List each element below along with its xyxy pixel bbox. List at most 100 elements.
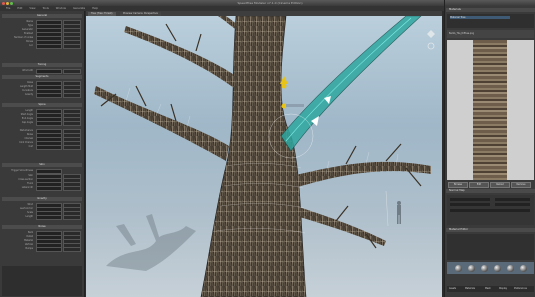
- property-row: Disturbance: [3, 129, 81, 134]
- property-row: Loc: [3, 44, 81, 49]
- tab-tree[interactable]: Tree (Tree: Forest): [88, 11, 116, 16]
- tab-materials[interactable]: Materials: [465, 287, 475, 290]
- property-row: Trigger Smoothness: [3, 169, 81, 174]
- property-row: Bark: [3, 231, 81, 236]
- menu-tools[interactable]: Tools: [42, 7, 48, 10]
- menu-file[interactable]: File: [6, 7, 10, 10]
- section-gravity-header[interactable]: Gravity: [2, 197, 82, 201]
- gizmo-yellow-handle-2[interactable]: [281, 103, 287, 109]
- property-row: Trunk: [3, 182, 81, 187]
- property-row: Interval: [3, 137, 81, 142]
- tab-mesh[interactable]: Mesh: [485, 287, 491, 290]
- 3d-viewport[interactable]: Tree (Tree: Forest) Preview Camera: Pers…: [86, 11, 442, 297]
- property-row: Length: [3, 215, 81, 220]
- material-swatches: [447, 262, 534, 274]
- branch-left[interactable]: [94, 86, 229, 161]
- minimize-window-icon[interactable]: [6, 1, 9, 5]
- property-row: Detail: [3, 235, 81, 240]
- branch-right-lower[interactable]: [296, 206, 386, 246]
- zoom-window-icon[interactable]: [10, 1, 13, 5]
- property-row: Kink Chance: [3, 141, 81, 146]
- property-row: Cap Angle: [3, 121, 81, 126]
- material-list[interactable]: Material Tree: [447, 14, 534, 28]
- normal-map-settings: [447, 195, 534, 225]
- material-editor: [447, 234, 534, 260]
- materials-panel: Materials Material Tree BarkA_Tile_Diffu…: [444, 0, 535, 297]
- property-row: Length: [3, 109, 81, 114]
- property-row: Generator: [3, 28, 81, 33]
- tree-scene[interactable]: [86, 16, 442, 297]
- branch-right[interactable]: [291, 161, 431, 188]
- viewport-nav-icons[interactable]: [427, 30, 435, 50]
- material-ball[interactable]: [455, 265, 462, 272]
- edit-button[interactable]: Edit: [469, 182, 489, 188]
- texture-filename: BarkA_Tile_Diffuse.png: [449, 32, 475, 35]
- tree-shadow: [106, 214, 196, 271]
- property-row: Bones: [3, 40, 81, 45]
- material-ball[interactable]: [481, 265, 488, 272]
- gizmo-yellow-handle[interactable]: [281, 83, 287, 89]
- bottom-tab-bar: Assets Materials Mesh Display Preference…: [447, 286, 534, 292]
- menu-view[interactable]: View: [29, 7, 35, 10]
- property-row: Wind: [3, 203, 81, 208]
- material-ball[interactable]: [520, 265, 527, 272]
- section-general-header[interactable]: General: [2, 14, 82, 18]
- property-row: Name: [3, 20, 81, 25]
- property-row: Number of nodes: [3, 36, 81, 41]
- menu-help[interactable]: Help: [92, 7, 98, 10]
- normal-map-header[interactable]: Normal Map: [446, 189, 535, 193]
- orbit-icon[interactable]: [427, 42, 435, 50]
- tab-display[interactable]: Display: [499, 287, 507, 290]
- section-segments-header[interactable]: Segments: [2, 75, 82, 79]
- bottom-list: [2, 266, 82, 296]
- material-ball[interactable]: [494, 265, 501, 272]
- property-row: Leaf Anchor: [3, 207, 81, 212]
- property-row: Curl: [3, 145, 81, 150]
- property-row: Vertical: [3, 243, 81, 248]
- material-editor-header[interactable]: Material Editor: [446, 228, 535, 232]
- property-row: Material: [3, 239, 81, 244]
- tree-trunk[interactable]: [200, 16, 307, 297]
- browse-button[interactable]: Browse: [448, 182, 468, 188]
- material-ball[interactable]: [468, 265, 475, 272]
- property-row: Lateral dir: [3, 186, 81, 191]
- property-row: Cross-section: [3, 178, 81, 183]
- material-ball[interactable]: [507, 265, 514, 272]
- property-row: Rows: [3, 81, 81, 86]
- nav-cube-icon[interactable]: [427, 30, 435, 38]
- texture-preview[interactable]: [447, 40, 534, 180]
- property-row: Type: [3, 24, 81, 29]
- property-row: Skin: [3, 174, 81, 179]
- selected-branch[interactable]: [280, 16, 422, 152]
- branch-left-upper[interactable]: [124, 26, 236, 88]
- section-spine-header[interactable]: Spine: [2, 103, 82, 107]
- material-list-item[interactable]: Material Tree: [450, 16, 510, 19]
- property-row: Enabled: [3, 32, 81, 37]
- menu-generate[interactable]: Generate: [73, 7, 85, 10]
- reload-button[interactable]: Reload: [490, 182, 510, 188]
- section-skin-header[interactable]: Skin: [2, 163, 82, 167]
- right-panel-titlebar: [445, 0, 535, 6]
- close-window-icon[interactable]: [2, 1, 5, 5]
- property-row: Gravity: [3, 93, 81, 98]
- section-tuning-header[interactable]: Tuning: [2, 63, 82, 67]
- property-row: Noise: [3, 133, 81, 138]
- property-row: Curvature: [3, 89, 81, 94]
- tab-camera[interactable]: Preview Camera: Perspective: [120, 11, 161, 16]
- menu-window[interactable]: Window: [56, 7, 66, 10]
- tab-preferences[interactable]: Preferences: [514, 287, 527, 290]
- property-row: Start Angle: [3, 113, 81, 118]
- window-title: SpeedTree Modeler v7.1.0 (Cinema Edition…: [237, 1, 303, 5]
- scale-line: [385, 190, 389, 227]
- remove-button[interactable]: Remove: [511, 182, 531, 188]
- properties-panel: General Name Type Generator Enabled Numb…: [0, 11, 85, 297]
- property-row: Scale: [3, 211, 81, 216]
- property-row: Wind LOD: [3, 69, 81, 74]
- property-row: Length Mult: [3, 85, 81, 90]
- menu-edit[interactable]: Edit: [17, 7, 22, 10]
- materials-header[interactable]: Materials: [446, 8, 535, 12]
- bark-texture-image: [473, 40, 507, 180]
- section-noise-header[interactable]: Noise: [2, 225, 82, 229]
- gizmo-axis-bar[interactable]: [286, 104, 304, 107]
- tab-assets[interactable]: Assets: [449, 287, 456, 290]
